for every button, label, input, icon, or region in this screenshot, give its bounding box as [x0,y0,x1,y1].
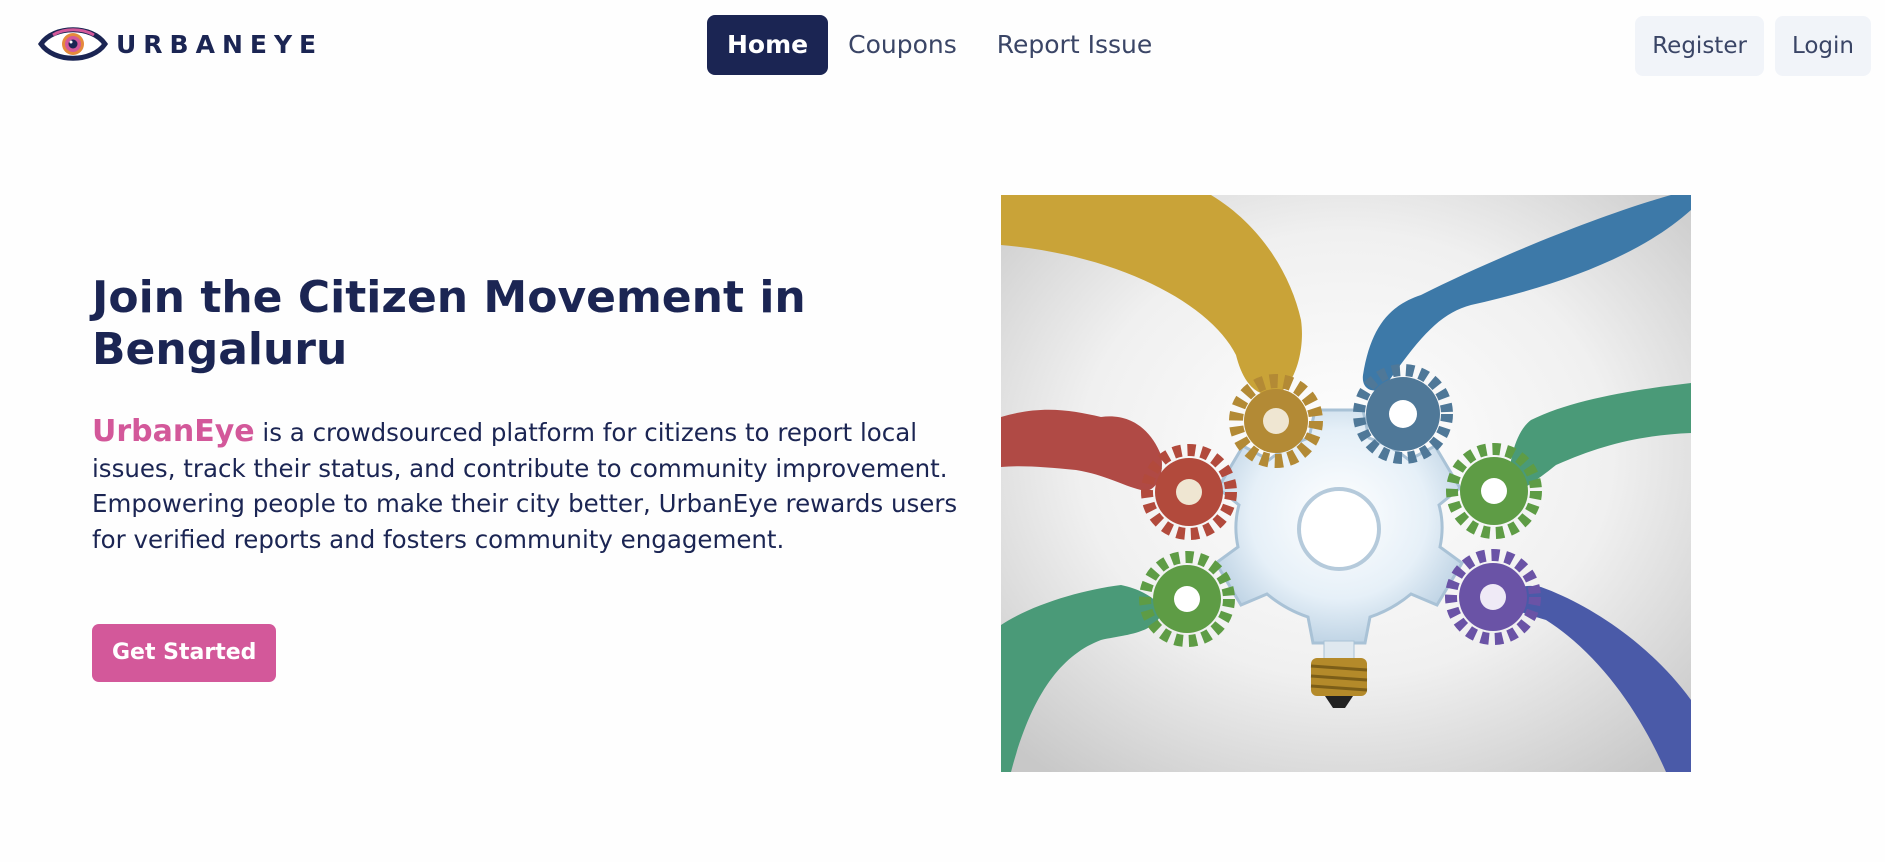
hero-description: UrbanEye is a crowdsourced platform for … [92,414,972,557]
login-button[interactable]: Login [1774,16,1871,76]
nav-report-issue[interactable]: Report Issue [977,15,1172,75]
main-nav: Home Coupons Report Issue [707,15,1172,75]
nav-coupons[interactable]: Coupons [828,15,977,75]
auth-buttons: Register Login [1635,16,1871,76]
slate-gear [1353,364,1453,464]
register-button[interactable]: Register [1635,16,1764,76]
brand-name: UrbanEye [92,414,255,449]
logo-text: URBANEYE [116,29,324,59]
eye-logo-icon [38,27,108,61]
hero-illustration [1001,195,1691,772]
nav-home[interactable]: Home [707,15,829,75]
logo[interactable]: URBANEYE [38,22,323,66]
get-started-button[interactable]: Get Started [92,624,277,682]
hero-title: Join the Citizen Movement in Bengaluru [92,272,806,375]
